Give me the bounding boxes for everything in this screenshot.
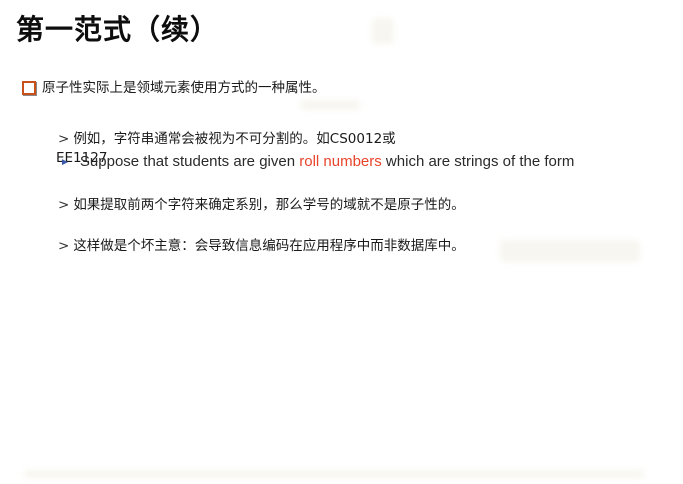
main-bullet-text: 原子性实际上是领域元素使用方式的一种属性。 — [42, 80, 326, 96]
slide-title: 第一范式（续） — [16, 13, 220, 46]
slide: 第一范式（续） 原子性实际上是领域元素使用方式的一种属性。 > 例如，字符串通常会… — [0, 0, 683, 484]
chevron-right-icon: > — [58, 131, 70, 147]
triangle-right-icon: ► — [60, 157, 70, 168]
main-bullet-row: 原子性实际上是领域元素使用方式的一种属性。 — [22, 76, 326, 96]
square-bullet-icon — [22, 81, 36, 95]
overlay-text-before: Suppose that students are given — [79, 153, 300, 170]
ghost-artifact — [300, 100, 360, 110]
english-overlay-line: ► Suppose that students are given roll nu… — [60, 153, 574, 170]
chevron-right-icon: > — [58, 197, 70, 213]
sub-item-text: 例如，字符串通常会被视为不可分割的。如CS0012或 — [73, 131, 396, 147]
sub-item-bad-idea: > 这样做是个坏主意：会导致信息编码在应用程序中而非数据库中。 — [58, 234, 465, 254]
ghost-artifact — [24, 470, 644, 478]
overlay-text-after: which are strings of the form — [381, 153, 575, 170]
overlay-highlight-text: roll numbers — [299, 153, 382, 170]
sub-item-text: 如果提取前两个字符来确定系别，那么学号的域就不是原子性的。 — [73, 197, 465, 213]
sub-item-first-two-chars: > 如果提取前两个字符来确定系别，那么学号的域就不是原子性的。 — [58, 193, 465, 213]
chevron-right-icon: > — [58, 238, 70, 254]
sub-item-text: 这样做是个坏主意：会导致信息编码在应用程序中而非数据库中。 — [73, 238, 465, 254]
ghost-artifact — [372, 18, 394, 44]
sub-item-example: > 例如，字符串通常会被视为不可分割的。如CS0012或 — [58, 127, 396, 147]
ghost-artifact — [500, 240, 640, 262]
